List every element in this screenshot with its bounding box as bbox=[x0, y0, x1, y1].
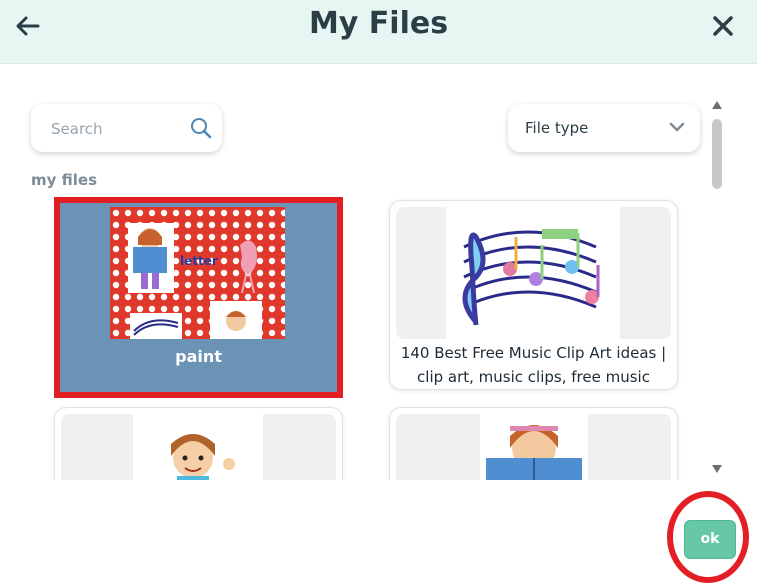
close-button[interactable] bbox=[709, 12, 737, 40]
file-caption-line2: clip art, music clips, free music bbox=[417, 368, 650, 386]
search-icon[interactable] bbox=[189, 116, 213, 140]
file-list: letter paint 140 Best Free Music Clip Ar… bbox=[0, 190, 705, 480]
file-card-paint[interactable]: letter paint bbox=[54, 197, 343, 398]
file-card-music[interactable]: 140 Best Free Music Clip Art ideas | cli… bbox=[389, 200, 678, 390]
scrollbar[interactable] bbox=[709, 100, 725, 478]
scroll-down-icon[interactable] bbox=[712, 464, 722, 474]
scrollbar-thumb[interactable] bbox=[712, 119, 722, 189]
file-thumbnail bbox=[446, 207, 620, 339]
file-card-kid[interactable] bbox=[54, 407, 343, 480]
file-thumbnail: letter bbox=[110, 207, 285, 339]
file-type-label: File type bbox=[525, 119, 589, 137]
thumbnail-text: letter bbox=[180, 254, 218, 268]
page-title: My Files bbox=[308, 6, 449, 41]
search-input[interactable] bbox=[49, 116, 183, 142]
ok-button[interactable]: ok bbox=[684, 520, 736, 559]
search-box bbox=[31, 104, 222, 152]
file-thumbnail bbox=[133, 414, 263, 480]
file-name: paint bbox=[175, 347, 222, 366]
file-type-dropdown[interactable]: File type bbox=[508, 104, 700, 152]
close-icon bbox=[713, 16, 733, 36]
file-caption-line1: 140 Best Free Music Clip Art ideas | bbox=[400, 344, 667, 362]
scroll-up-icon[interactable] bbox=[712, 100, 722, 110]
chevron-down-icon bbox=[669, 122, 685, 132]
header-bar: My Files bbox=[0, 0, 757, 64]
file-card-reading[interactable] bbox=[389, 407, 678, 480]
file-thumbnail bbox=[480, 414, 588, 480]
section-label: my files bbox=[31, 171, 97, 189]
